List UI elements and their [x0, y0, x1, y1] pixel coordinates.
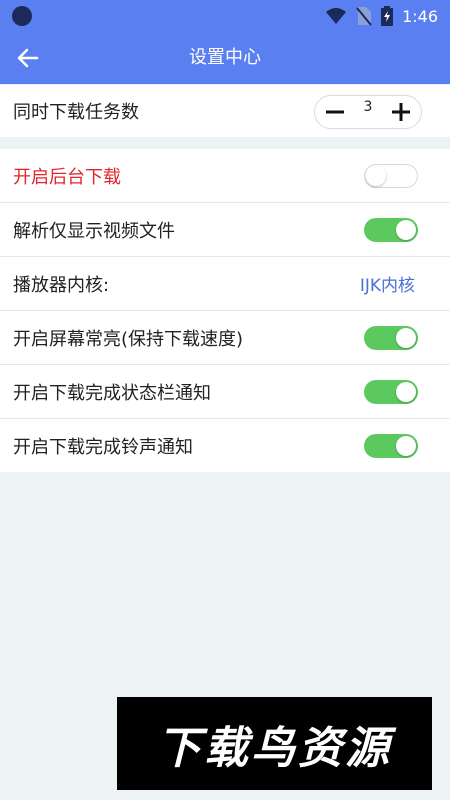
- watermark-text: 下载鸟资源: [157, 722, 392, 774]
- keep-screen-on-label: 开启屏幕常亮(保持下载速度): [13, 328, 244, 350]
- page-title: 设置中心: [189, 47, 261, 68]
- notification-dot-icon: [12, 6, 32, 26]
- watermark: 下载鸟资源: [117, 697, 432, 790]
- status-bar-notify-label: 开启下载完成状态栏通知: [13, 382, 211, 404]
- status-icons: 1:46: [325, 6, 438, 26]
- decrement-button[interactable]: [325, 102, 345, 122]
- toggle-knob: [396, 381, 416, 402]
- player-core-row: 播放器内核: IJK内核: [0, 257, 450, 311]
- background-download-label: 开启后台下载: [13, 166, 121, 188]
- ringtone-notify-label: 开启下载完成铃声通知: [13, 436, 193, 458]
- toggle-knob: [396, 327, 416, 348]
- plus-icon: [391, 103, 410, 121]
- background-download-row: 开启后台下载: [0, 149, 450, 203]
- settings-section-downloads: 同时下载任务数 3: [0, 85, 450, 137]
- keep-screen-on-toggle[interactable]: [364, 325, 418, 350]
- player-core-label: 播放器内核:: [13, 274, 110, 296]
- status-time: 1:46: [402, 6, 438, 26]
- settings-section-general: 开启后台下载 解析仅显示视频文件 播放器内核: IJK内核 开启屏幕常亮(保持下…: [0, 149, 450, 472]
- parse-video-only-label: 解析仅显示视频文件: [13, 220, 175, 242]
- increment-button[interactable]: [391, 102, 411, 122]
- concurrent-downloads-value: 3: [363, 99, 373, 115]
- player-core-value[interactable]: IJK内核: [360, 271, 415, 296]
- minus-icon: [326, 110, 344, 114]
- status-bar: 1:46: [0, 0, 450, 32]
- toggle-knob: [396, 219, 416, 240]
- status-bar-notify-toggle[interactable]: [364, 379, 418, 404]
- concurrent-downloads-label: 同时下载任务数: [13, 102, 139, 123]
- background-download-toggle[interactable]: [364, 163, 418, 188]
- ringtone-notify-row: 开启下载完成铃声通知: [0, 419, 450, 472]
- wifi-icon: [326, 8, 347, 24]
- app-bar: 设置中心: [0, 32, 450, 84]
- parse-video-only-toggle[interactable]: [364, 217, 418, 242]
- status-bar-notify-row: 开启下载完成状态栏通知: [0, 365, 450, 419]
- battery-charging-icon: [381, 6, 394, 26]
- toggle-knob: [366, 165, 386, 186]
- toggle-knob: [396, 435, 416, 456]
- concurrent-downloads-stepper: 3: [314, 95, 422, 129]
- no-sim-icon: [356, 7, 372, 26]
- parse-video-only-row: 解析仅显示视频文件: [0, 203, 450, 257]
- concurrent-downloads-row: 同时下载任务数 3: [0, 85, 450, 137]
- keep-screen-on-row: 开启屏幕常亮(保持下载速度): [0, 311, 450, 365]
- ringtone-notify-toggle[interactable]: [364, 433, 418, 458]
